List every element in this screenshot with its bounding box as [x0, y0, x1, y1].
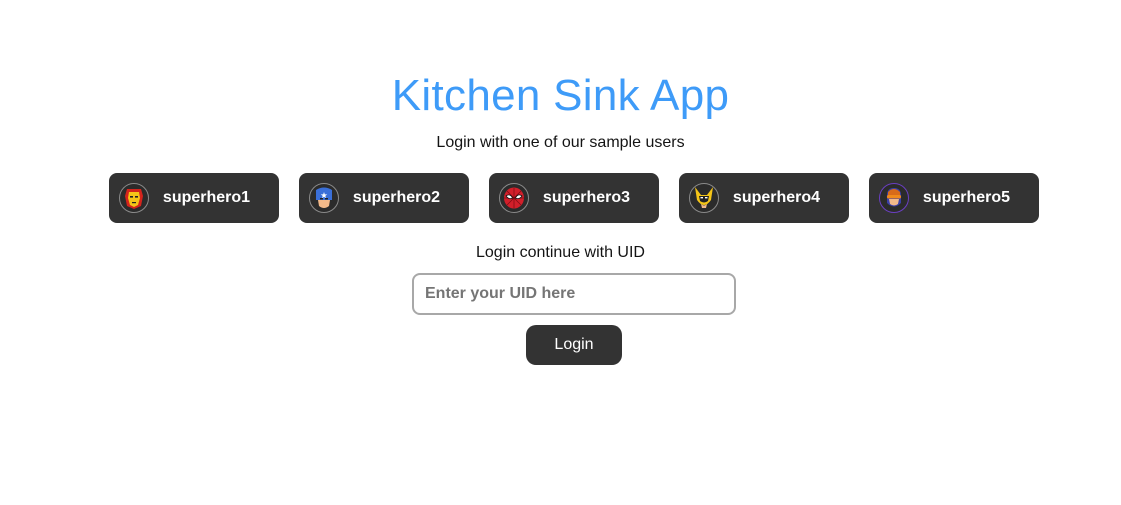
- login-page: Kitchen Sink App Login with one of our s…: [0, 0, 1121, 505]
- sample-users-list: superhero1 superhero2 superhero3 superhe…: [109, 173, 1039, 223]
- wolverine-icon: [689, 183, 719, 213]
- sample-user-button-1[interactable]: superhero1: [109, 173, 279, 223]
- uid-input[interactable]: [412, 273, 736, 315]
- cyclops-icon: [879, 183, 909, 213]
- login-button[interactable]: Login: [526, 325, 622, 365]
- sample-user-label: superhero2: [352, 189, 441, 206]
- sample-user-button-4[interactable]: superhero4: [679, 173, 849, 223]
- spider-man-icon: [499, 183, 529, 213]
- iron-man-icon: [119, 183, 149, 213]
- page-title: Kitchen Sink App: [391, 71, 730, 120]
- uid-login-label: Login continue with UID: [476, 244, 645, 261]
- captain-america-icon: [309, 183, 339, 213]
- sample-user-label: superhero5: [922, 189, 1011, 206]
- sample-user-button-3[interactable]: superhero3: [489, 173, 659, 223]
- sample-user-button-2[interactable]: superhero2: [299, 173, 469, 223]
- sample-user-button-5[interactable]: superhero5: [869, 173, 1039, 223]
- sample-user-label: superhero4: [732, 189, 821, 206]
- sample-user-label: superhero3: [542, 189, 631, 206]
- sample-user-label: superhero1: [162, 189, 251, 206]
- page-subtitle: Login with one of our sample users: [436, 134, 685, 151]
